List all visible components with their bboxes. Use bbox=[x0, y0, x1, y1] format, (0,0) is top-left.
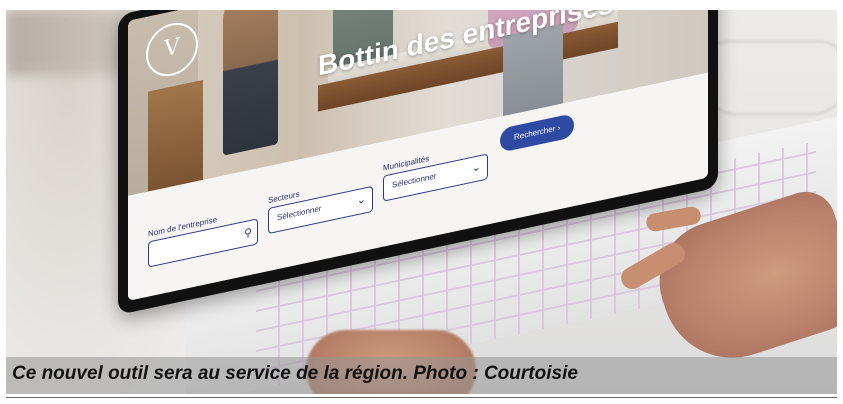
photo-caption: Ce nouvel outil sera au service de la ré… bbox=[12, 363, 578, 384]
municipalities-selected: Sélectionner bbox=[392, 171, 437, 190]
divider bbox=[6, 397, 837, 398]
chevron-down-icon: ⌄ bbox=[471, 160, 481, 175]
sectors-selected: Sélectionner bbox=[277, 203, 322, 223]
background-shelf bbox=[6, 10, 136, 75]
hero-person bbox=[223, 10, 278, 156]
hero-cabinet bbox=[148, 79, 203, 192]
photo: V Bottin des entreprises Nom de l'entrep… bbox=[6, 10, 837, 394]
search-button[interactable]: Rechercher › bbox=[500, 113, 575, 153]
municipalities-field: Municipalités Sélectionner ⌄ bbox=[383, 141, 488, 202]
search-icon[interactable]: ⚲ bbox=[244, 226, 252, 241]
company-name-field: Nom de l'entreprise ⚲ bbox=[148, 206, 258, 268]
chevron-down-icon: ⌄ bbox=[356, 193, 366, 208]
sectors-field: Secteurs Sélectionner ⌄ bbox=[268, 174, 373, 235]
